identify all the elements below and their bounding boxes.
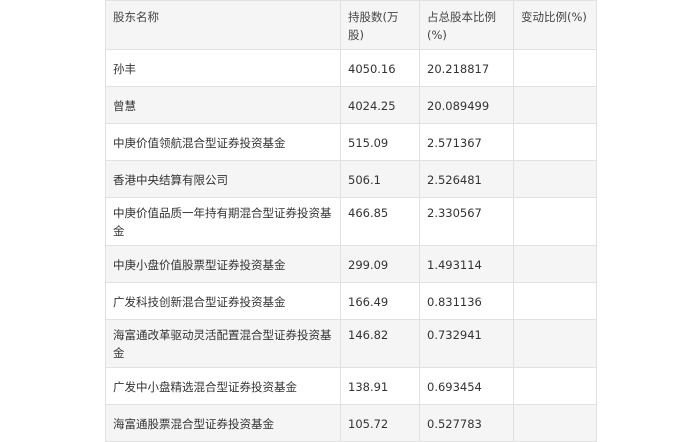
cell-shares: 299.09 [340,245,420,283]
cell-change [513,197,597,246]
table-row: 广发中小盘精选混合型证券投资基金 138.91 0.693454 [105,367,597,405]
cell-holder-name: 海富通股票混合型证券投资基金 [105,404,341,442]
header-ratio: 占总股本比例(%) [419,0,514,50]
cell-change [513,245,597,283]
cell-shares: 4050.16 [340,49,420,87]
table-row: 孙丰 4050.16 20.218817 [105,49,597,87]
cell-ratio: 0.693454 [419,367,514,405]
cell-holder-name: 广发中小盘精选混合型证券投资基金 [105,367,341,405]
cell-shares: 515.09 [340,123,420,161]
cell-ratio: 2.571367 [419,123,514,161]
cell-shares: 146.82 [340,319,420,368]
cell-change [513,404,597,442]
table-row: 广发科技创新混合型证券投资基金 166.49 0.831136 [105,282,597,320]
table-row: 海富通改革驱动灵活配置混合型证券投资基金 146.82 0.732941 [105,319,597,368]
cell-ratio: 0.732941 [419,319,514,368]
header-change: 变动比例(%) [513,0,597,50]
cell-holder-name: 曾慧 [105,86,341,124]
cell-change [513,86,597,124]
cell-change [513,49,597,87]
table-row: 中庚小盘价值股票型证券投资基金 299.09 1.493114 [105,245,597,283]
cell-shares: 4024.25 [340,86,420,124]
header-holder-name: 股东名称 [105,0,341,50]
cell-holder-name: 广发科技创新混合型证券投资基金 [105,282,341,320]
cell-change [513,319,597,368]
cell-ratio: 1.493114 [419,245,514,283]
cell-shares: 138.91 [340,367,420,405]
table-row: 海富通股票混合型证券投资基金 105.72 0.527783 [105,404,597,442]
cell-ratio: 2.526481 [419,160,514,198]
cell-holder-name: 中庚价值品质一年持有期混合型证券投资基金 [105,197,341,246]
cell-shares: 506.1 [340,160,420,198]
shareholder-table: 股东名称 持股数(万股) 占总股本比例(%) 变动比例(%) 孙丰 4050.1… [105,0,597,442]
cell-shares: 166.49 [340,282,420,320]
cell-holder-name: 孙丰 [105,49,341,87]
cell-change [513,160,597,198]
cell-ratio: 20.218817 [419,49,514,87]
cell-change [513,282,597,320]
cell-holder-name: 中庚小盘价值股票型证券投资基金 [105,245,341,283]
header-shares: 持股数(万股) [340,0,420,50]
cell-ratio: 0.527783 [419,404,514,442]
cell-holder-name: 中庚价值领航混合型证券投资基金 [105,123,341,161]
table-header-row: 股东名称 持股数(万股) 占总股本比例(%) 变动比例(%) [105,0,597,50]
table-row: 曾慧 4024.25 20.089499 [105,86,597,124]
cell-shares: 466.85 [340,197,420,246]
cell-change [513,367,597,405]
cell-ratio: 2.330567 [419,197,514,246]
cell-holder-name: 海富通改革驱动灵活配置混合型证券投资基金 [105,319,341,368]
cell-holder-name: 香港中央结算有限公司 [105,160,341,198]
cell-ratio: 20.089499 [419,86,514,124]
cell-ratio: 0.831136 [419,282,514,320]
cell-change [513,123,597,161]
table-row: 中庚价值领航混合型证券投资基金 515.09 2.571367 [105,123,597,161]
cell-shares: 105.72 [340,404,420,442]
table-row: 中庚价值品质一年持有期混合型证券投资基金 466.85 2.330567 [105,197,597,246]
table-row: 香港中央结算有限公司 506.1 2.526481 [105,160,597,198]
